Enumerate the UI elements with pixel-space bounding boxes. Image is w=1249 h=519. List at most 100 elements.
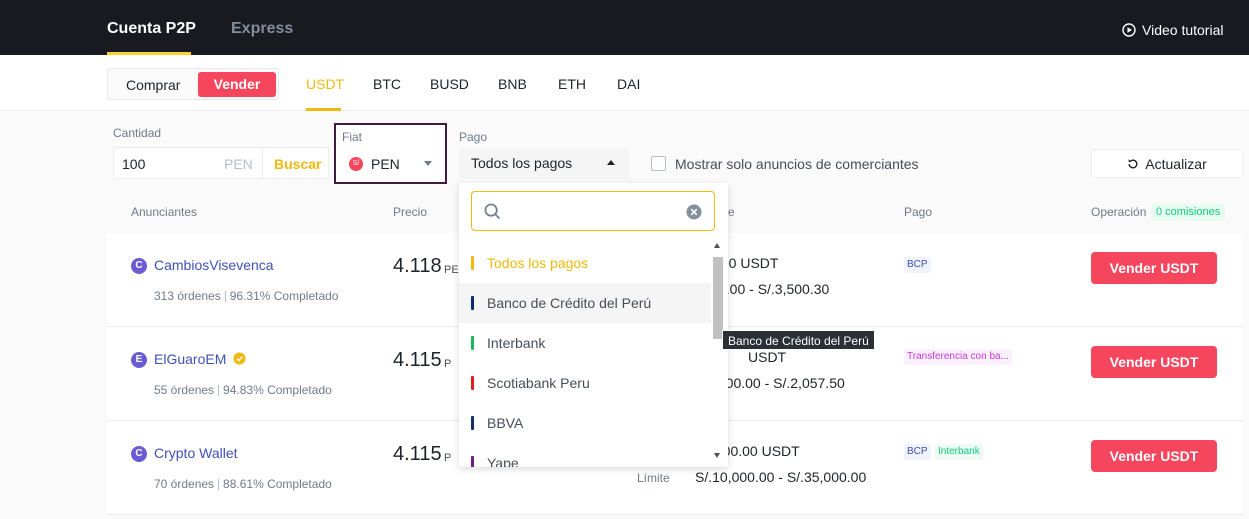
option-label: BBVA — [487, 415, 524, 431]
verified-badge-icon — [233, 352, 246, 365]
merchant-only-label[interactable]: Mostrar solo anuncios de comerciantes — [675, 156, 919, 172]
stats-divider — [218, 478, 220, 490]
search-button[interactable]: Buscar — [274, 156, 321, 172]
video-tutorial-link[interactable]: Video tutorial — [1122, 22, 1223, 38]
payment-select-value: Todos los pagos — [471, 155, 573, 171]
payment-option-interbank[interactable]: Interbank — [459, 323, 711, 363]
zero-fee-badge: 0 comisiones — [1151, 204, 1226, 221]
price-value: 4.115 — [393, 349, 442, 371]
payment-option-bbva[interactable]: BBVA — [459, 403, 711, 443]
tab-cuenta-p2p[interactable]: Cuenta P2P — [107, 20, 196, 38]
coin-tab-bnb[interactable]: BNB — [498, 76, 527, 92]
payment-search-field[interactable] — [471, 191, 715, 231]
search-icon — [484, 203, 501, 220]
payment-badge-bcp: BCP — [904, 257, 931, 273]
order-count: 313 órdenes — [154, 289, 221, 303]
trade-type-toggle: Comprar Vender — [107, 68, 279, 100]
payment-search-input[interactable] — [508, 200, 678, 222]
pen-currency-icon: S/ — [349, 157, 363, 171]
price-value: 4.118 — [393, 255, 442, 277]
payment-dropdown: Todos los pagos Banco de Crédito del Per… — [459, 183, 728, 467]
option-tooltip: Banco de Crédito del Perú — [722, 330, 875, 350]
advertiser-name[interactable]: CambiosVisevenca — [154, 257, 274, 273]
scrollbar-thumb[interactable] — [713, 257, 723, 339]
amount-field[interactable]: 100 PEN Buscar — [113, 147, 329, 179]
header-price: Precio — [393, 205, 428, 219]
header-payment: Pago — [904, 205, 933, 219]
coin-tab-dai[interactable]: DAI — [617, 76, 640, 92]
coin-tab-eth[interactable]: ETH — [558, 76, 586, 92]
amount-divider — [262, 148, 263, 178]
payment-option-yape[interactable]: Yape — [459, 443, 711, 467]
coin-tab-busd[interactable]: BUSD — [430, 76, 469, 92]
completion-rate: 94.83% Completado — [223, 383, 332, 397]
coin-tab-usdt[interactable]: USDT — [306, 76, 344, 92]
payment-select[interactable]: Todos los pagos — [459, 148, 629, 179]
option-label: Banco de Crédito del Perú — [487, 295, 652, 311]
scroll-up-arrow-icon[interactable] — [714, 243, 720, 248]
top-nav: Cuenta P2P Express Video tutorial — [0, 0, 1249, 55]
advertiser-name[interactable]: Crypto Wallet — [154, 445, 238, 461]
payment-option-scotiabank[interactable]: Scotiabank Peru — [459, 363, 711, 403]
order-limit: S/.10,000.00 - S/.35,000.00 — [695, 469, 867, 485]
amount-value[interactable]: 100 — [122, 156, 145, 172]
video-tutorial-label: Video tutorial — [1142, 22, 1224, 38]
refresh-icon — [1128, 158, 1138, 168]
order-count: 70 órdenes — [154, 477, 215, 491]
avatar: E — [131, 352, 147, 368]
price-unit: P — [444, 452, 452, 464]
payment-label: Pago — [459, 130, 488, 144]
option-label: Todos los pagos — [487, 255, 589, 271]
advertiser-name-text: ElGuaroEM — [154, 351, 227, 367]
chevron-down-icon — [424, 161, 432, 166]
order-limit: .000.00 - S/.2,057.50 — [714, 375, 845, 391]
sell-usdt-button[interactable]: Vender USDT — [1091, 440, 1217, 472]
stats-divider — [218, 384, 220, 396]
amount-unit: PEN — [224, 156, 253, 172]
order-limit: 0.00 - S/.3,500.30 — [718, 281, 830, 297]
price-unit: PE — [444, 264, 459, 276]
header-operation: Operación — [1091, 205, 1147, 219]
completion-rate: 88.61% Completado — [223, 477, 332, 491]
advertiser-stats: 55 órdenes 94.83% Completado — [154, 383, 332, 397]
coin-tab-btc[interactable]: BTC — [373, 76, 401, 92]
option-label: Scotiabank Peru — [487, 375, 590, 391]
price-value: 4.115 — [393, 443, 442, 465]
option-color-marker — [471, 336, 474, 350]
payment-badge-bcp: BCP — [904, 444, 931, 460]
buy-toggle[interactable]: Comprar — [126, 77, 180, 93]
sell-usdt-button[interactable]: Vender USDT — [1091, 252, 1217, 284]
fiat-label: Fiat — [342, 130, 363, 144]
payment-option-list: Todos los pagos Banco de Crédito del Per… — [459, 243, 711, 467]
fiat-value: PEN — [371, 156, 400, 172]
avatar: C — [131, 446, 147, 462]
option-color-marker — [471, 456, 474, 467]
payment-option-bcp[interactable]: Banco de Crédito del Perú — [459, 283, 711, 323]
clear-icon[interactable] — [686, 204, 702, 220]
refresh-button[interactable]: Actualizar — [1091, 149, 1243, 178]
scroll-down-arrow-icon[interactable] — [714, 453, 720, 458]
payment-option-all[interactable]: Todos los pagos — [459, 243, 711, 283]
option-color-marker — [471, 416, 474, 430]
dropdown-scrollbar[interactable] — [711, 239, 725, 463]
option-color-marker — [471, 256, 474, 270]
fiat-select[interactable]: S/ PEN — [343, 149, 440, 179]
sell-toggle[interactable]: Vender — [198, 72, 276, 97]
tab-express[interactable]: Express — [231, 20, 293, 38]
merchant-only-checkbox[interactable] — [651, 156, 666, 171]
amount-label: Cantidad — [113, 126, 162, 140]
header-advertisers: Anunciantes — [131, 205, 198, 219]
advertiser-stats: 313 órdenes 96.31% Completado — [154, 289, 338, 303]
payment-badge-transfer: Transferencia con ba... — [904, 349, 1012, 365]
order-count: 55 órdenes — [154, 383, 215, 397]
payment-badge-interbank: Interbank — [935, 444, 983, 460]
refresh-label: Actualizar — [1145, 155, 1207, 172]
option-label: Interbank — [487, 335, 546, 351]
price-unit: P — [444, 358, 452, 370]
option-label: Yape — [487, 455, 519, 467]
advertiser-name[interactable]: ElGuaroEM — [154, 351, 246, 367]
sell-usdt-button[interactable]: Vender USDT — [1091, 346, 1217, 378]
limit-label: Límite — [637, 471, 670, 485]
advertiser-stats: 70 órdenes 88.61% Completado — [154, 477, 332, 491]
coin-tab-underline — [306, 108, 341, 111]
